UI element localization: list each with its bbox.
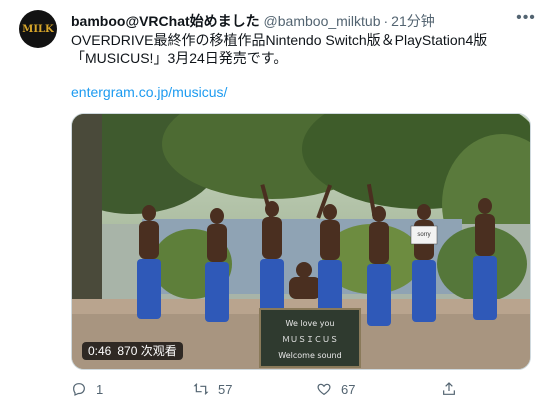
separator-dot: · [383, 13, 389, 29]
tweet-text: OVERDRIVE最終作の移植作品Nintendo Switch版＆PlaySt… [71, 31, 531, 67]
retweet-button[interactable]: 57 [193, 379, 232, 399]
tweet-text-line: 「MUSICUS!」3月24日発売です。 [71, 50, 288, 66]
chalkboard-line: ＭＵＳＩＣＵＳ [282, 335, 338, 344]
reply-count: 1 [96, 381, 104, 397]
like-count: 67 [341, 381, 356, 397]
display-name[interactable]: bamboo@VRChat始めました [71, 13, 260, 29]
tweet: MILK bamboo@VRChat始めました @bamboo_milktub ·… [0, 0, 550, 405]
timestamp[interactable]: 21分钟 [391, 13, 435, 29]
retweet-icon [193, 381, 218, 397]
retweet-count: 57 [218, 381, 233, 397]
reply-icon [71, 381, 96, 397]
like-button[interactable]: 67 [316, 379, 355, 399]
avatar[interactable]: MILK [19, 10, 57, 48]
more-icon[interactable]: ••• [515, 10, 537, 28]
video-player[interactable]: We love you ＭＵＳＩＣＵＳ Welcome sound sorry … [71, 113, 531, 370]
held-sign: sorry [417, 232, 431, 238]
avatar-logo: MILK [22, 23, 54, 35]
video-duration: 0:46 [88, 344, 112, 358]
tweet-link[interactable]: entergram.co.jp/musicus/ [71, 84, 227, 100]
reply-button[interactable]: 1 [71, 379, 103, 399]
share-button[interactable] [441, 379, 466, 399]
share-icon [441, 381, 466, 397]
view-count: 870 次观看 [117, 344, 177, 358]
action-bar: 1 57 67 [71, 379, 491, 399]
tweet-header: bamboo@VRChat始めました @bamboo_milktub · 21分钟 [71, 11, 435, 31]
chalkboard-line: Welcome sound [278, 351, 341, 360]
tweet-text-line: OVERDRIVE最終作の移植作品Nintendo Switch版＆PlaySt… [71, 32, 488, 48]
like-icon [316, 381, 341, 397]
video-badge: 0:46 870 次观看 [82, 342, 183, 360]
handle[interactable]: @bamboo_milktub [264, 13, 381, 29]
chalkboard-line: We love you [286, 319, 335, 328]
chalkboard: We love you ＭＵＳＩＣＵＳ Welcome sound [278, 319, 341, 360]
